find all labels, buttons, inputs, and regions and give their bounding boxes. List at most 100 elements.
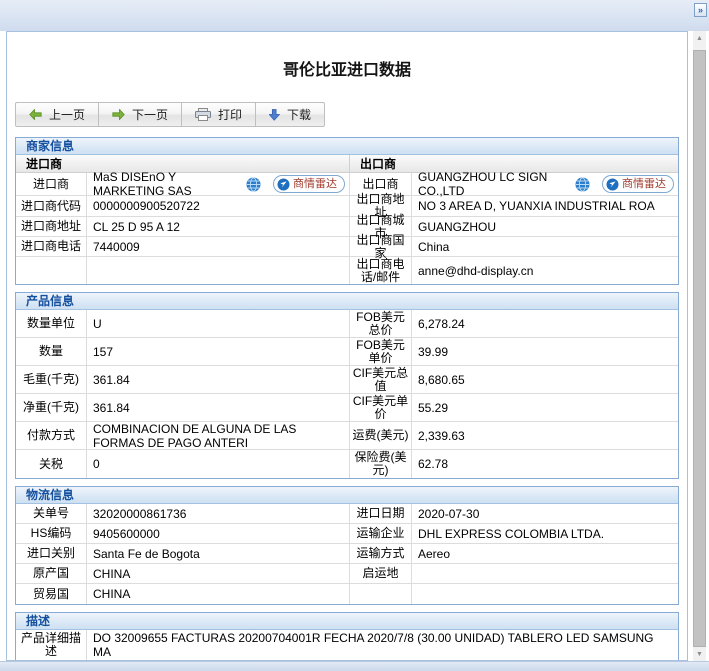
field-label: CIF美元总值 <box>350 366 412 394</box>
table-row: 出口商电话/邮件 anne@dhd-display.cn <box>350 257 678 284</box>
description-section: 描述 产品详细描述 DO 32009655 FACTURAS 202007040… <box>15 612 679 660</box>
print-button[interactable]: 打印 <box>181 102 257 127</box>
field-value <box>412 564 678 584</box>
field-value: anne@dhd-display.cn <box>418 263 534 278</box>
radar-button-label: 商情雷达 <box>293 178 337 190</box>
scroll-up-button[interactable]: ▲ <box>693 31 706 45</box>
importer-column: 进口商 MaS DISEnO Y MARKETING SAS 商情雷达 进口商代… <box>16 170 350 284</box>
field-label: FOB美元单价 <box>350 338 412 366</box>
field-label: 运费(美元) <box>350 422 412 450</box>
field-label: 进口商代码 <box>16 196 87 216</box>
window-bottom-strip <box>0 661 709 671</box>
field-label: 进口商 <box>16 173 87 195</box>
field-value: 7440009 <box>93 239 140 254</box>
download-button[interactable]: 下载 <box>255 102 326 127</box>
field-label: 进口关别 <box>16 544 87 564</box>
field-label: 进口日期 <box>350 504 412 524</box>
field-value: COMBINACION DE ALGUNA DE LAS FORMAS DE P… <box>87 422 350 450</box>
logistics-section: 物流信息 关单号 32020000861736 进口日期 2020-07-30 … <box>15 486 679 605</box>
field-value: 6,278.24 <box>412 310 678 338</box>
field-value: 8,680.65 <box>412 366 678 394</box>
table-row: 进口商 MaS DISEnO Y MARKETING SAS 商情雷达 <box>16 170 349 198</box>
content-panel: 哥伦比亚进口数据 上一页 下一页 打印 下载 商家信息 进口商 出口商 进口商 … <box>6 31 688 661</box>
field-value: U <box>87 310 350 338</box>
product-section: 产品信息 数量单位 U FOB美元总价 6,278.24 数量 157 FOB美… <box>15 292 679 479</box>
exporter-name: GUANGZHOU LC SIGN CO.,LTD <box>418 170 548 198</box>
field-label: HS编码 <box>16 524 87 544</box>
field-label: 产品详细描述 <box>16 630 87 660</box>
next-page-button[interactable]: 下一页 <box>98 102 183 127</box>
field-value: MaS DISEnO Y MARKETING SAS 商情雷达 <box>87 170 349 198</box>
field-value: China <box>418 239 450 254</box>
field-value: 0 <box>87 450 350 478</box>
field-label: 启运地 <box>350 564 412 584</box>
field-label: 原产国 <box>16 564 87 584</box>
field-value: NO 3 AREA D, YUANXIA INDUSTRIAL ROA <box>418 199 655 213</box>
field-label: FOB美元总价 <box>350 310 412 338</box>
prev-page-button[interactable]: 上一页 <box>15 102 100 127</box>
field-label: 进口商地址 <box>16 217 87 236</box>
field-value: 157 <box>87 338 350 366</box>
field-value: 361.84 <box>87 366 350 394</box>
globe-icon[interactable] <box>246 176 261 192</box>
exporter-radar-button[interactable]: 商情雷达 <box>602 175 674 193</box>
field-value: 2020-07-30 <box>412 504 678 524</box>
field-label: 进口商电话 <box>16 237 87 256</box>
table-row: 出口商国家 China <box>350 233 678 259</box>
empty-cell <box>16 257 349 284</box>
field-value: Aereo <box>412 544 678 564</box>
table-row: 进口商电话 7440009 <box>16 237 349 257</box>
field-label: 出口商国家 <box>350 233 412 259</box>
next-page-label: 下一页 <box>132 108 169 122</box>
print-label: 打印 <box>218 108 243 122</box>
field-value: CHINA <box>87 564 350 584</box>
field-value: 361.84 <box>87 394 350 422</box>
field-label: 关单号 <box>16 504 87 524</box>
field-value: 39.99 <box>412 338 678 366</box>
merchant-section: 商家信息 进口商 出口商 进口商 MaS DISEnO Y MARKETING … <box>15 137 679 285</box>
field-label: 保险费(美元) <box>350 450 412 478</box>
product-table: 数量单位 U FOB美元总价 6,278.24 数量 157 FOB美元单价 3… <box>16 310 678 478</box>
importer-radar-button[interactable]: 商情雷达 <box>273 175 345 193</box>
scrollbar-thumb[interactable] <box>693 50 706 647</box>
field-label: 出口商电话/邮件 <box>350 257 412 284</box>
logistics-section-header: 物流信息 <box>16 487 678 504</box>
field-label: 关税 <box>16 450 87 478</box>
field-value: DHL EXPRESS COLOMBIA LTDA. <box>412 524 678 544</box>
field-value <box>412 584 678 604</box>
field-label <box>350 584 412 604</box>
field-label: CIF美元单价 <box>350 394 412 422</box>
field-label: 数量单位 <box>16 310 87 338</box>
arrow-left-green-icon <box>29 109 42 120</box>
field-label: 净重(千克) <box>16 394 87 422</box>
field-value: DO 32009655 FACTURAS 20200704001R FECHA … <box>93 631 654 659</box>
logistics-table: 关单号 32020000861736 进口日期 2020-07-30 HS编码 … <box>16 504 678 604</box>
table-row: 进口商地址 CL 25 D 95 A 12 <box>16 217 349 237</box>
page-title: 哥伦比亚进口数据 <box>282 62 411 79</box>
field-label: 贸易国 <box>16 584 87 604</box>
table-row: 进口商代码 0000000900520722 <box>16 196 349 217</box>
download-label: 下载 <box>287 108 312 122</box>
arrow-down-blue-icon <box>269 108 281 121</box>
description-table: 产品详细描述 DO 32009655 FACTURAS 20200704001R… <box>16 630 678 660</box>
merchant-section-header: 商家信息 <box>16 138 678 155</box>
description-section-header: 描述 <box>16 613 678 630</box>
prev-page-label: 上一页 <box>49 108 86 122</box>
vertical-scrollbar[interactable]: ▲ ▼ <box>693 31 706 661</box>
field-value: GUANGZHOU <box>418 219 496 234</box>
field-value: 9405600000 <box>87 524 350 544</box>
arrow-right-green-icon <box>112 109 125 120</box>
field-label: 数量 <box>16 338 87 366</box>
scroll-down-button[interactable]: ▼ <box>693 647 706 661</box>
field-value: CL 25 D 95 A 12 <box>93 219 180 234</box>
expand-button[interactable]: » <box>694 3 707 17</box>
radar-button-label: 商情雷达 <box>622 178 666 190</box>
globe-icon[interactable] <box>575 176 590 192</box>
field-value: 32020000861736 <box>87 504 350 524</box>
field-value: 2,339.63 <box>412 422 678 450</box>
exporter-column: 出口商 GUANGZHOU LC SIGN CO.,LTD 商情雷达 出口商地址… <box>350 170 678 284</box>
importer-name: MaS DISEnO Y MARKETING SAS <box>93 170 192 198</box>
field-value: 55.29 <box>412 394 678 422</box>
field-value: 62.78 <box>418 457 449 471</box>
toolbar: 上一页 下一页 打印 下载 <box>15 102 326 127</box>
